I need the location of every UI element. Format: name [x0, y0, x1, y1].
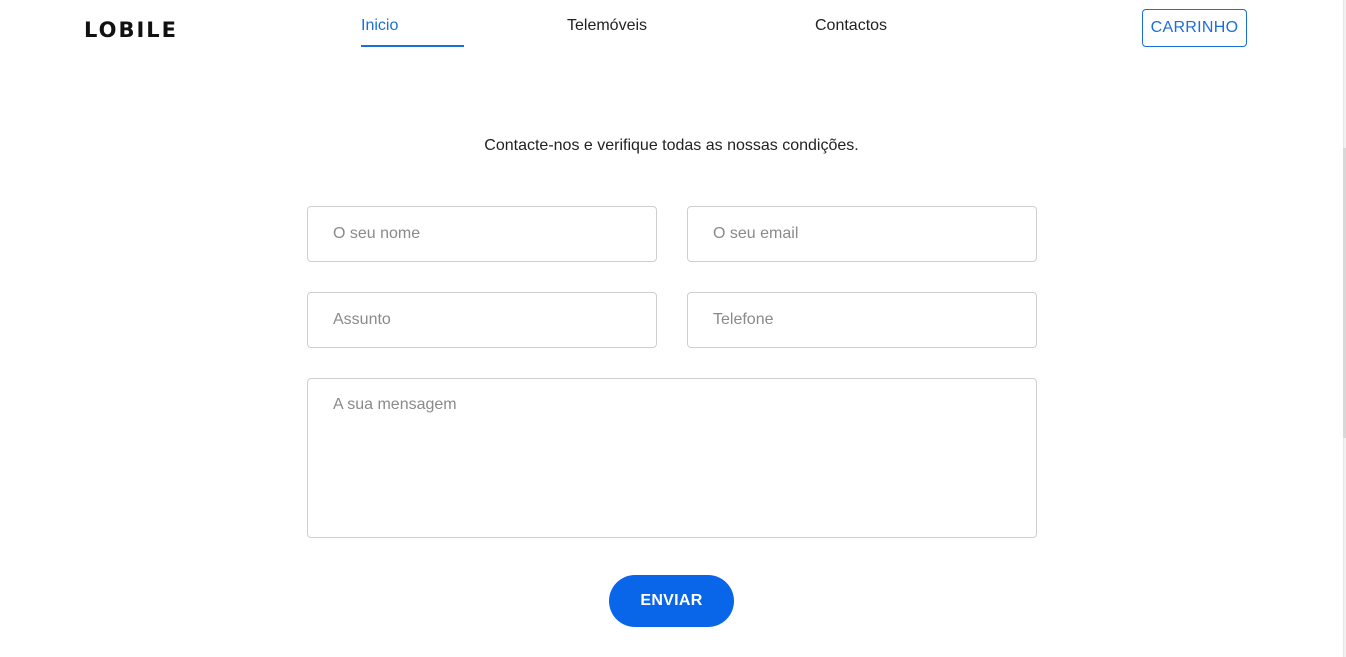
- subject-field[interactable]: [307, 292, 657, 348]
- nav-item-telemoveis[interactable]: Telemóveis: [567, 17, 647, 35]
- active-nav-indicator: [361, 45, 464, 47]
- nav-item-contactos[interactable]: Contactos: [815, 17, 887, 35]
- logo-text: LOBILE: [84, 17, 179, 42]
- brand-logo[interactable]: LOBILE: [84, 18, 178, 42]
- cart-button[interactable]: CARRINHO: [1142, 9, 1247, 47]
- message-field[interactable]: [307, 378, 1037, 538]
- submit-button[interactable]: ENVIAR: [609, 575, 734, 627]
- name-field[interactable]: [307, 206, 657, 262]
- phone-field[interactable]: [687, 292, 1037, 348]
- email-field[interactable]: [687, 206, 1037, 262]
- contact-intro-text: Contacte-nos e verifique todas as nossas…: [484, 137, 859, 154]
- contact-page: LOBILE Inicio Telemóveis Contactos CARRI…: [0, 0, 1346, 657]
- nav-item-inicio[interactable]: Inicio: [361, 17, 398, 35]
